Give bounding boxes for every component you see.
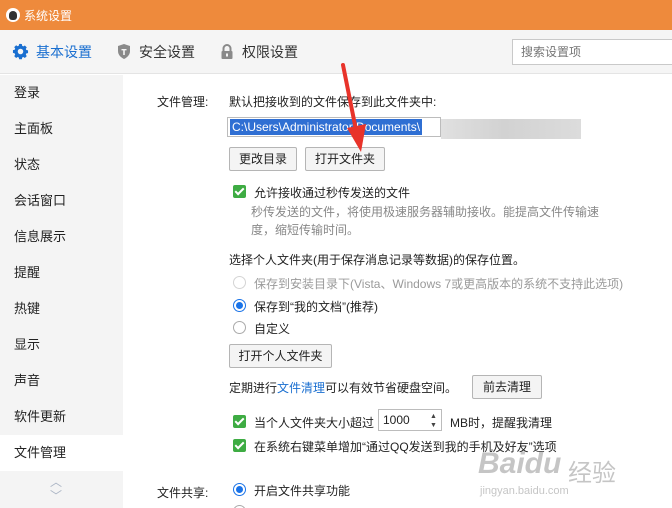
sidebar-item-hotkeys[interactable]: 热键 <box>0 291 123 327</box>
title-bar: 系统设置 <box>0 0 672 30</box>
window-title: 系统设置 <box>24 8 73 23</box>
radio-install-directory-label: 保存到安装目录下(Vista、Windows 7或更高版本的系统不支持此选项) <box>254 277 624 291</box>
allow-transfer-label: 允许接收通过秒传发送的文件 <box>254 186 411 200</box>
cleanup-link[interactable]: 文件清理 <box>277 381 325 395</box>
watermark-brand: Baidu <box>478 447 562 480</box>
search-input[interactable] <box>512 39 672 65</box>
enable-file-sharing-label: 开启文件共享功能 <box>254 484 351 498</box>
tab-label: 基本设置 <box>36 43 92 60</box>
sidebar-item-sound[interactable]: 声音 <box>0 363 123 399</box>
file-management-section-label: 文件管理: <box>157 95 209 109</box>
allow-transfer-hint: 秒传发送的文件，将使用极速服务器辅助接收。能提高文件传输速度，缩短传输时间。 <box>251 205 600 237</box>
sidebar-item-chat-window[interactable]: 会话窗口 <box>0 183 123 219</box>
tab-label: 安全设置 <box>139 43 195 60</box>
allow-transfer-checkbox[interactable] <box>233 185 246 198</box>
size-limit-suffix: MB时，提醒我清理 <box>450 416 553 430</box>
radio-my-documents[interactable] <box>233 299 246 312</box>
change-directory-button[interactable]: 更改目录 <box>229 147 297 171</box>
chevron-down-icon[interactable]: ﹀ <box>50 489 62 503</box>
sidebar-item-reminders[interactable]: 提醒 <box>0 255 123 291</box>
stepper-down-icon[interactable]: ▼ <box>430 422 438 429</box>
sidebar: 登录 主面板 状态 会话窗口 信息展示 提醒 热键 显示 声音 软件更新 文件管… <box>0 75 123 508</box>
radio-enable-file-sharing[interactable] <box>233 483 246 496</box>
size-limit-prefix: 当个人文件夹大小超过 <box>254 416 375 430</box>
size-limit-checkbox[interactable] <box>233 415 246 428</box>
go-cleanup-button[interactable]: 前去清理 <box>472 375 542 399</box>
sidebar-item-file-management[interactable]: 文件管理 <box>0 435 123 471</box>
tab-label: 权限设置 <box>242 43 298 60</box>
sidebar-item-software-update[interactable]: 软件更新 <box>0 399 123 435</box>
download-path-value: C:\Users\Administrator\Documents\ <box>230 119 423 135</box>
radio-custom-label: 自定义 <box>254 322 291 336</box>
settings-tab-bar: 基本设置 安全设置 权限设置 <box>0 30 672 74</box>
cleanup-suffix: 可以有效节省硬盘空间。 <box>325 381 458 395</box>
tab-permission-settings[interactable]: 权限设置 <box>207 30 310 74</box>
tab-security-settings[interactable]: 安全设置 <box>104 30 207 74</box>
file-sharing-section-label: 文件共享: <box>157 486 209 500</box>
stepper-up-icon[interactable]: ▲ <box>430 413 438 420</box>
radio-install-directory[interactable] <box>233 276 246 289</box>
cleanup-prefix: 定期进行 <box>229 381 278 395</box>
lock-icon <box>221 44 233 59</box>
context-menu-checkbox[interactable] <box>233 439 246 452</box>
open-folder-button[interactable]: 打开文件夹 <box>305 147 385 171</box>
sidebar-item-display[interactable]: 显示 <box>0 327 123 363</box>
size-limit-value: 1000 <box>383 413 410 427</box>
sidebar-item-status[interactable]: 状态 <box>0 147 123 183</box>
radio-my-documents-label: 保存到“我的文档”(推荐) <box>254 300 378 314</box>
qq-logo-icon <box>6 8 20 22</box>
redacted-path-area <box>441 119 581 139</box>
chevron-up-icon[interactable]: ︿ <box>50 475 62 489</box>
size-limit-stepper[interactable]: 1000 ▲ ▼ <box>378 409 442 431</box>
watermark-url: jingyan.baidu.com <box>480 485 569 497</box>
open-personal-folder-button[interactable]: 打开个人文件夹 <box>229 344 332 368</box>
file-management-panel: 文件管理: 默认把接收到的文件保存到此文件夹中: C:\Users\Admini… <box>123 75 672 508</box>
sidebar-item-login[interactable]: 登录 <box>0 75 123 111</box>
download-path-field[interactable]: C:\Users\Administrator\Documents\ <box>227 117 441 137</box>
tab-basic-settings[interactable]: 基本设置 <box>0 30 104 74</box>
personal-folder-title: 选择个人文件夹(用于保存消息记录等数据)的保存位置。 <box>229 253 525 267</box>
baidu-watermark: Baidu 经验 jingyan.baidu.com <box>478 445 658 505</box>
radio-custom[interactable] <box>233 321 246 334</box>
shield-icon <box>118 44 130 59</box>
sidebar-item-info-display[interactable]: 信息展示 <box>0 219 123 255</box>
watermark-suffix: 经验 <box>568 460 616 487</box>
cleanup-tip: 定期进行文件清理可以有效节省硬盘空间。 <box>229 379 457 396</box>
default-save-description: 默认把接收到的文件保存到此文件夹中: <box>229 95 437 109</box>
gear-icon <box>12 43 29 60</box>
sidebar-item-main-panel[interactable]: 主面板 <box>0 111 123 147</box>
sidebar-scroll-control[interactable]: ︿ ﹀ <box>50 475 62 503</box>
